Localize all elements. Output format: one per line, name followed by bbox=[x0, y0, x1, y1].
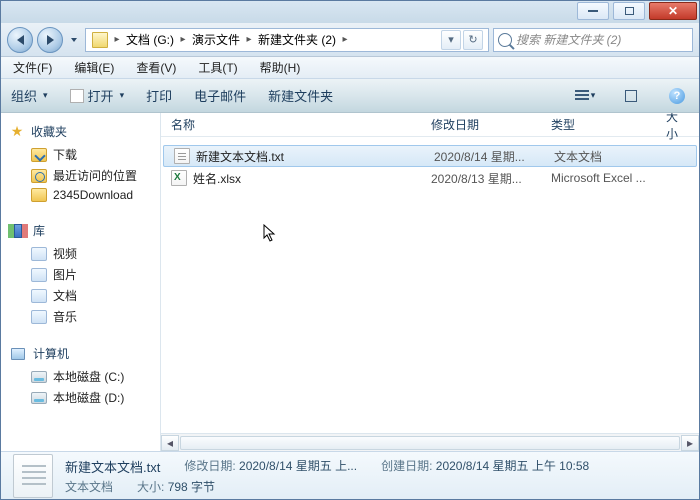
file-list-pane: 名称 修改日期 类型 大小 新建文本文档.txt 2020/8/14 星期...文… bbox=[161, 113, 699, 451]
sidebar-item-videos[interactable]: 视频 bbox=[1, 243, 160, 264]
details-mod-label: 修改日期: bbox=[184, 459, 235, 473]
history-dropdown[interactable] bbox=[67, 27, 81, 53]
breadcrumb-segment[interactable]: 文档 (G:) bbox=[122, 29, 178, 50]
sidebar-item-music[interactable]: 音乐 bbox=[1, 306, 160, 327]
view-options-button[interactable] bbox=[573, 85, 597, 107]
drive-icon bbox=[31, 371, 47, 383]
scroll-right-button[interactable]: ▸ bbox=[681, 435, 699, 451]
menu-bar: 文件(F) 编辑(E) 查看(V) 工具(T) 帮助(H) bbox=[1, 57, 699, 79]
help-button[interactable]: ? bbox=[665, 85, 689, 107]
explorer-window: ✕ 文档 (G:) 演示文件 新建文件夹 (2) ▾ ↻ 搜索 新建文件夹 (2… bbox=[0, 0, 700, 500]
file-date: 2020/8/13 星期... bbox=[421, 170, 541, 187]
menu-help[interactable]: 帮助(H) bbox=[256, 57, 305, 78]
file-icon bbox=[171, 170, 187, 186]
music-library-icon bbox=[31, 310, 47, 324]
details-size-value: 798 字节 bbox=[168, 480, 215, 494]
file-rows: 新建文本文档.txt 2020/8/14 星期...文本文档姓名.xlsx 2020… bbox=[161, 137, 699, 433]
file-name: 姓名.xlsx bbox=[193, 170, 241, 187]
list-icon bbox=[575, 90, 589, 102]
sidebar-item-2345[interactable]: 2345Download bbox=[1, 186, 160, 204]
sidebar-item-drive-c[interactable]: 本地磁盘 (C:) bbox=[1, 366, 160, 387]
menu-file[interactable]: 文件(F) bbox=[9, 57, 56, 78]
details-mod-value: 2020/8/14 星期五 上... bbox=[239, 459, 357, 473]
sidebar-group-favorites[interactable]: 收藏夹 bbox=[1, 119, 160, 144]
menu-edit[interactable]: 编辑(E) bbox=[70, 57, 118, 78]
video-library-icon bbox=[31, 247, 47, 261]
print-button[interactable]: 打印 bbox=[146, 86, 172, 105]
pictures-library-icon bbox=[31, 268, 47, 282]
details-created-value: 2020/8/14 星期五 上午 10:58 bbox=[436, 459, 589, 473]
menu-view[interactable]: 查看(V) bbox=[132, 57, 180, 78]
close-button[interactable]: ✕ bbox=[649, 2, 697, 20]
command-bar: 组织 打开 打印 电子邮件 新建文件夹 ? bbox=[1, 79, 699, 113]
download-folder-icon bbox=[31, 148, 47, 162]
new-folder-button[interactable]: 新建文件夹 bbox=[268, 86, 333, 105]
forward-button[interactable] bbox=[37, 27, 63, 53]
recent-icon bbox=[31, 169, 47, 183]
horizontal-scrollbar[interactable]: ◂ ▸ bbox=[161, 433, 699, 451]
col-date[interactable]: 修改日期 bbox=[421, 113, 541, 137]
sidebar-item-recent[interactable]: 最近访问的位置 bbox=[1, 165, 160, 186]
details-filetype: 文本文档 bbox=[65, 478, 113, 495]
email-button[interactable]: 电子邮件 bbox=[194, 86, 246, 105]
sidebar-item-pictures[interactable]: 图片 bbox=[1, 264, 160, 285]
open-button[interactable]: 打开 bbox=[70, 86, 125, 105]
computer-icon bbox=[9, 346, 27, 362]
sidebar-group-libraries[interactable]: 库 bbox=[1, 218, 160, 243]
folder-icon bbox=[31, 188, 47, 202]
maximize-button[interactable] bbox=[613, 2, 645, 20]
menu-tools[interactable]: 工具(T) bbox=[194, 57, 241, 78]
file-type: Microsoft Excel ... bbox=[541, 171, 656, 185]
file-row[interactable]: 新建文本文档.txt 2020/8/14 星期...文本文档 bbox=[163, 145, 697, 167]
column-headers: 名称 修改日期 类型 大小 bbox=[161, 113, 699, 137]
col-name[interactable]: 名称 bbox=[161, 113, 421, 137]
documents-library-icon bbox=[31, 289, 47, 303]
breadcrumb-bar[interactable]: 文档 (G:) 演示文件 新建文件夹 (2) ▾ ↻ bbox=[85, 28, 489, 52]
breadcrumb-segment[interactable]: 演示文件 bbox=[188, 29, 244, 50]
search-icon bbox=[498, 33, 512, 47]
chevron-right-icon[interactable] bbox=[112, 34, 122, 45]
file-row[interactable]: 姓名.xlsx 2020/8/13 星期...Microsoft Excel ..… bbox=[161, 167, 699, 189]
file-icon bbox=[174, 148, 190, 164]
titlebar: ✕ bbox=[1, 1, 699, 23]
sidebar-item-drive-d[interactable]: 本地磁盘 (D:) bbox=[1, 387, 160, 408]
drive-icon bbox=[31, 392, 47, 404]
folder-icon bbox=[92, 32, 108, 48]
details-filename: 新建文本文档.txt bbox=[65, 457, 160, 476]
minimize-button[interactable] bbox=[577, 2, 609, 20]
details-pane: 新建文本文档.txt 修改日期: 2020/8/14 星期五 上... 创建日期… bbox=[1, 451, 699, 499]
details-size-label: 大小: bbox=[137, 480, 164, 494]
help-icon: ? bbox=[669, 88, 685, 104]
chevron-right-icon[interactable] bbox=[340, 34, 350, 45]
details-created-label: 创建日期: bbox=[381, 459, 432, 473]
search-placeholder: 搜索 新建文件夹 (2) bbox=[516, 31, 621, 48]
file-name: 新建文本文档.txt bbox=[196, 148, 284, 165]
file-type: 文本文档 bbox=[544, 148, 659, 165]
scroll-thumb[interactable] bbox=[180, 436, 680, 450]
star-icon bbox=[9, 124, 25, 140]
pane-icon bbox=[625, 90, 637, 102]
scroll-left-button[interactable]: ◂ bbox=[161, 435, 179, 451]
file-icon bbox=[70, 89, 84, 103]
file-date: 2020/8/14 星期... bbox=[424, 148, 544, 165]
navigation-bar: 文档 (G:) 演示文件 新建文件夹 (2) ▾ ↻ 搜索 新建文件夹 (2) bbox=[1, 23, 699, 57]
chevron-right-icon[interactable] bbox=[244, 34, 254, 45]
refresh-button[interactable]: ↻ bbox=[463, 30, 483, 50]
file-large-icon bbox=[13, 454, 53, 498]
col-type[interactable]: 类型 bbox=[541, 113, 656, 137]
back-button[interactable] bbox=[7, 27, 33, 53]
sidebar-item-documents[interactable]: 文档 bbox=[1, 285, 160, 306]
library-icon bbox=[9, 223, 27, 239]
chevron-right-icon[interactable] bbox=[178, 34, 188, 45]
sidebar-item-downloads[interactable]: 下载 bbox=[1, 144, 160, 165]
breadcrumb-segment[interactable]: 新建文件夹 (2) bbox=[254, 29, 340, 50]
sidebar-group-computer[interactable]: 计算机 bbox=[1, 341, 160, 366]
search-input[interactable]: 搜索 新建文件夹 (2) bbox=[493, 28, 693, 52]
organize-button[interactable]: 组织 bbox=[11, 86, 48, 105]
preview-pane-button[interactable] bbox=[619, 85, 643, 107]
path-dropdown-button[interactable]: ▾ bbox=[441, 30, 461, 50]
navigation-pane: 收藏夹 下载 最近访问的位置 2345Download 库 视频 图片 文档 音… bbox=[1, 113, 161, 451]
